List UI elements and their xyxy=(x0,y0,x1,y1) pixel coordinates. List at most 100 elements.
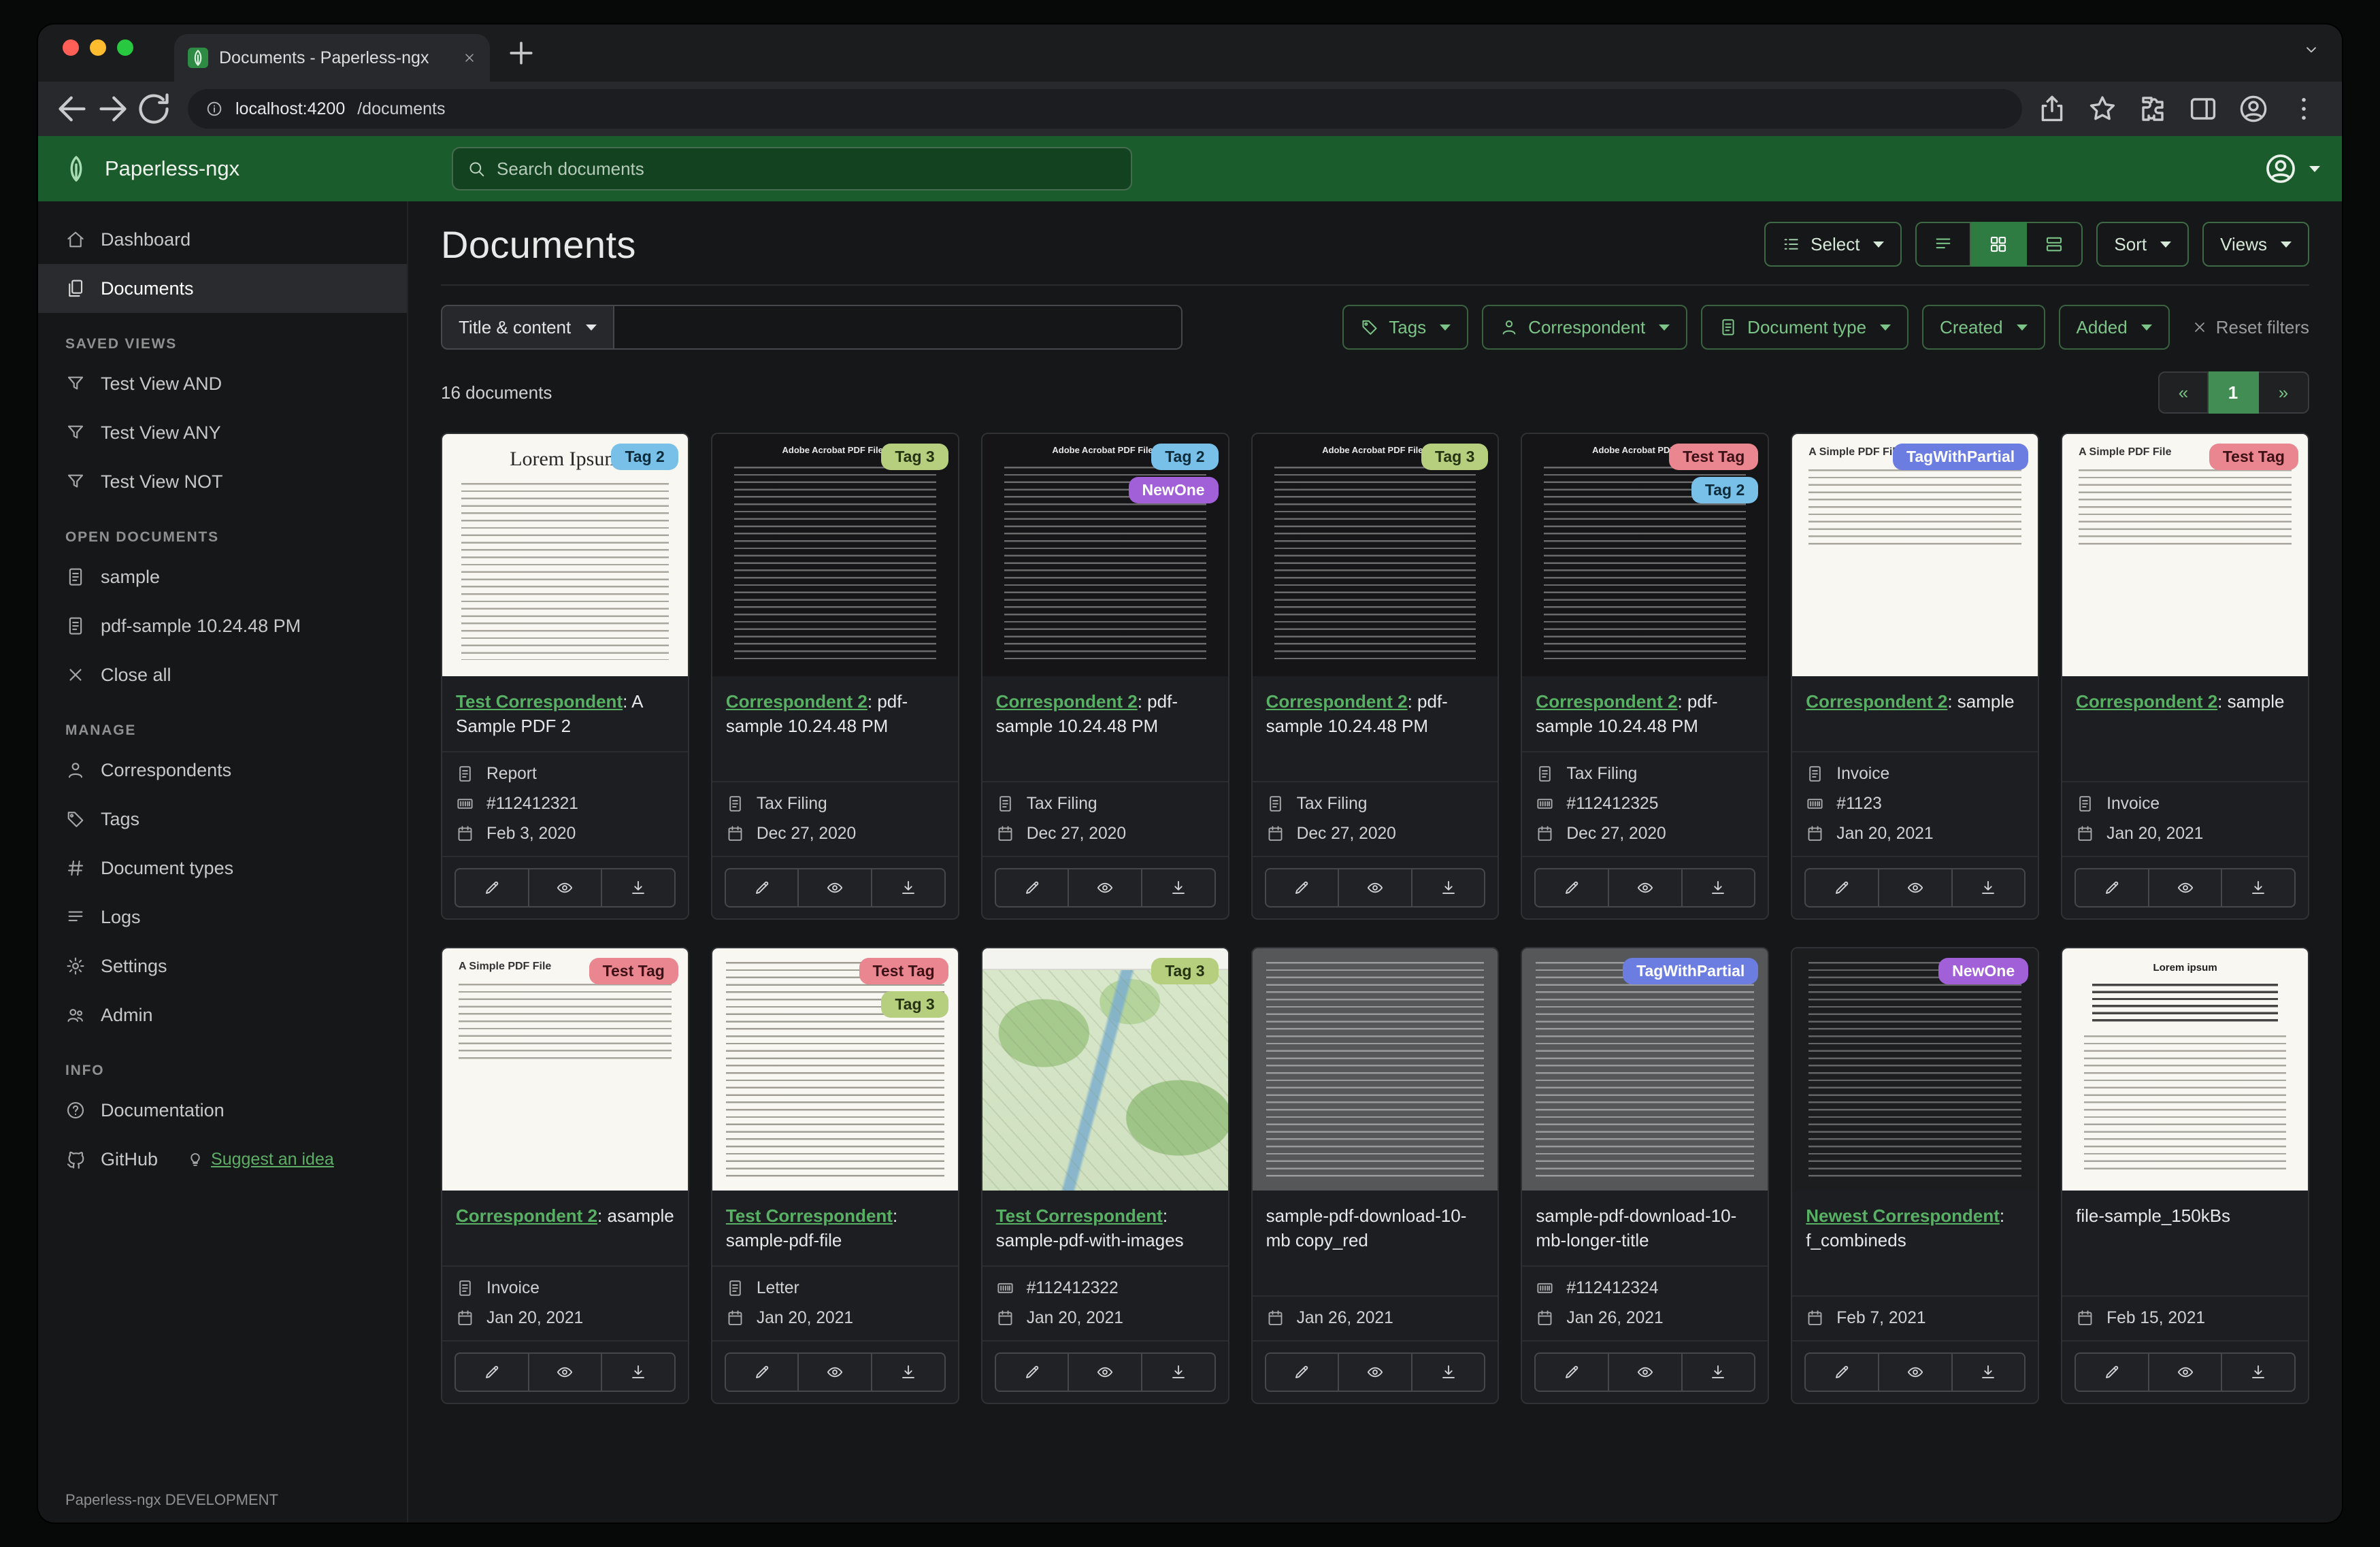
share-icon[interactable] xyxy=(2036,93,2068,125)
back-button[interactable] xyxy=(52,88,93,129)
edit-document-button[interactable] xyxy=(1534,867,1610,908)
document-title[interactable]: Correspondent 2: sample xyxy=(1792,676,2038,751)
document-thumbnail[interactable]: Lorem ipsum xyxy=(2062,948,2308,1191)
download-document-button[interactable] xyxy=(872,867,946,908)
sidebar-item-documentation[interactable]: Documentation xyxy=(38,1086,407,1135)
view-document-button[interactable] xyxy=(529,1352,603,1392)
grid-view-button[interactable] xyxy=(1971,222,2028,267)
document-card[interactable]: NewOne Newest Correspondent: f_combineds F… xyxy=(1791,946,2040,1404)
filter-created-button[interactable]: Created xyxy=(1922,305,2045,350)
edit-document-button[interactable] xyxy=(1804,867,1879,908)
edit-document-button[interactable] xyxy=(1264,1352,1340,1392)
list-view-button[interactable] xyxy=(1915,222,1972,267)
download-document-button[interactable] xyxy=(1952,867,2026,908)
view-document-button[interactable] xyxy=(799,1352,873,1392)
document-card[interactable]: A Simple PDF File Test Tag Correspondent 2… xyxy=(2061,433,2309,920)
select-button[interactable]: Select xyxy=(1764,222,1902,267)
sidebar-item-github[interactable]: GitHub Suggest an idea xyxy=(38,1135,407,1184)
tag-badge[interactable]: TagWithPartial xyxy=(1893,444,2029,470)
document-title[interactable]: Test Correspondent: sample-pdf-file xyxy=(712,1191,958,1265)
document-title[interactable]: sample-pdf-download-10-mb copy_red xyxy=(1253,1191,1498,1295)
sidebar-item-test-view-not[interactable]: Test View NOT xyxy=(38,457,407,506)
tag-badge[interactable]: Test Tag xyxy=(589,957,678,984)
document-thumbnail[interactable]: A Simple PDF File Test Tag xyxy=(2062,434,2308,676)
document-card[interactable]: sample-pdf-download-10-mb copy_red Jan 26… xyxy=(1251,946,1500,1404)
window-close-button[interactable] xyxy=(63,39,79,56)
sidebar-item-logs[interactable]: Logs xyxy=(38,893,407,942)
document-thumbnail[interactable]: A Simple PDF File TagWithPartial xyxy=(1792,434,2038,676)
window-minimize-button[interactable] xyxy=(90,39,106,56)
view-document-button[interactable] xyxy=(1879,1352,1953,1392)
sidebar-item-tags[interactable]: Tags xyxy=(38,795,407,844)
correspondent-link[interactable]: Newest Correspondent xyxy=(1806,1205,2000,1226)
browser-menu-kebab-icon[interactable] xyxy=(2287,93,2320,125)
sidebar-item-dashboard[interactable]: Dashboard xyxy=(38,215,407,264)
view-document-button[interactable] xyxy=(1339,867,1412,908)
tag-badge[interactable]: Tag 3 xyxy=(1151,957,1219,984)
window-zoom-button[interactable] xyxy=(117,39,133,56)
reset-filters-button[interactable]: Reset filters xyxy=(2192,317,2309,338)
tag-badge[interactable]: Tag 3 xyxy=(1421,444,1489,470)
document-title[interactable]: Correspondent 2: pdf-sample 10.24.48 PM xyxy=(712,676,958,781)
view-document-button[interactable] xyxy=(2149,1352,2223,1392)
edit-document-button[interactable] xyxy=(724,1352,799,1392)
document-title[interactable]: Correspondent 2: pdf-sample 10.24.48 PM xyxy=(1522,676,1768,751)
document-card[interactable]: Test Tag Tag 3 Test Correspondent: sample-… xyxy=(710,946,959,1404)
download-document-button[interactable] xyxy=(1142,867,1216,908)
download-document-button[interactable] xyxy=(2222,1352,2296,1392)
views-button[interactable]: Views xyxy=(2202,222,2309,267)
correspondent-link[interactable]: Correspondent 2 xyxy=(1536,691,1677,712)
edit-document-button[interactable] xyxy=(1534,1352,1610,1392)
document-card[interactable]: Lorem ipsum file-sample_150kBs Feb 15, 202… xyxy=(2061,946,2309,1404)
document-title[interactable]: Test Correspondent: A Sample PDF 2 xyxy=(442,676,688,751)
download-document-button[interactable] xyxy=(602,1352,676,1392)
browser-tab[interactable]: Documents - Paperless-ngx xyxy=(174,34,490,82)
document-thumbnail[interactable]: Adobe Acrobat PDF Files Tag 3 xyxy=(1252,434,1498,676)
sidebar-item-sample[interactable]: sample xyxy=(38,552,407,601)
tab-close-icon[interactable] xyxy=(463,51,476,65)
browser-profile-icon[interactable] xyxy=(2237,93,2270,125)
view-document-button[interactable] xyxy=(2149,867,2223,908)
document-thumbnail[interactable]: Adobe Acrobat PDF Files Tag 2 NewOne xyxy=(982,434,1228,676)
sidebar-item-admin[interactable]: Admin xyxy=(38,991,407,1039)
document-card[interactable]: Adobe Acrobat PDF Files Tag 2 NewOne Corres… xyxy=(980,433,1229,920)
app-brand[interactable]: Paperless-ngx xyxy=(60,152,408,185)
view-document-button[interactable] xyxy=(1069,1352,1142,1392)
tab-search-chevron-icon[interactable] xyxy=(2302,41,2320,59)
user-menu[interactable] xyxy=(2263,151,2320,186)
document-card[interactable]: Adobe Acrobat PDF Files Tag 3 Corresponden… xyxy=(710,433,959,920)
document-card[interactable]: A Simple PDF File Test Tag Correspondent 2… xyxy=(441,946,689,1404)
document-card[interactable]: Tag 3 Test Correspondent: sample-pdf-with… xyxy=(980,946,1229,1404)
pagination-prev-button[interactable]: « xyxy=(2158,371,2209,414)
edit-document-button[interactable] xyxy=(994,867,1070,908)
download-document-button[interactable] xyxy=(872,1352,946,1392)
document-card[interactable]: Adobe Acrobat PDF Files Test Tag Tag 2 Corr… xyxy=(1521,433,1770,920)
site-info-icon[interactable] xyxy=(205,100,223,118)
view-document-button[interactable] xyxy=(1609,867,1683,908)
document-thumbnail[interactable]: Tag 3 xyxy=(982,948,1228,1191)
filter-tags-button[interactable]: Tags xyxy=(1342,305,1469,350)
document-thumbnail[interactable]: Adobe Acrobat PDF Files Test Tag Tag 2 xyxy=(1522,434,1768,676)
document-card[interactable]: Lorem Ipsum Tag 2 Test Correspondent: A Sa… xyxy=(441,433,689,920)
document-thumbnail[interactable]: Test Tag Tag 3 xyxy=(712,948,958,1191)
download-document-button[interactable] xyxy=(1682,867,1756,908)
download-document-button[interactable] xyxy=(2222,867,2296,908)
document-title[interactable]: Correspondent 2: pdf-sample 10.24.48 PM xyxy=(982,676,1228,781)
sidebar-item-correspondents[interactable]: Correspondents xyxy=(38,746,407,795)
download-document-button[interactable] xyxy=(1952,1352,2026,1392)
sidebar-item-documents[interactable]: Documents xyxy=(38,264,407,313)
document-title[interactable]: Newest Correspondent: f_combineds xyxy=(1792,1191,2038,1295)
document-thumbnail[interactable] xyxy=(1252,948,1498,1191)
extensions-icon[interactable] xyxy=(2136,93,2169,125)
details-view-button[interactable] xyxy=(2027,222,2083,267)
tag-badge[interactable]: Test Tag xyxy=(2209,444,2298,470)
bookmark-star-icon[interactable] xyxy=(2086,93,2119,125)
sidebar-item-document-types[interactable]: Document types xyxy=(38,844,407,893)
download-document-button[interactable] xyxy=(1412,867,1486,908)
edit-document-button[interactable] xyxy=(454,867,529,908)
download-document-button[interactable] xyxy=(602,867,676,908)
document-title[interactable]: Correspondent 2: pdf-sample 10.24.48 PM xyxy=(1253,676,1498,781)
view-document-button[interactable] xyxy=(799,867,873,908)
tag-badge[interactable]: Tag 2 xyxy=(1691,477,1759,503)
document-thumbnail[interactable]: Lorem Ipsum Tag 2 xyxy=(442,434,688,676)
